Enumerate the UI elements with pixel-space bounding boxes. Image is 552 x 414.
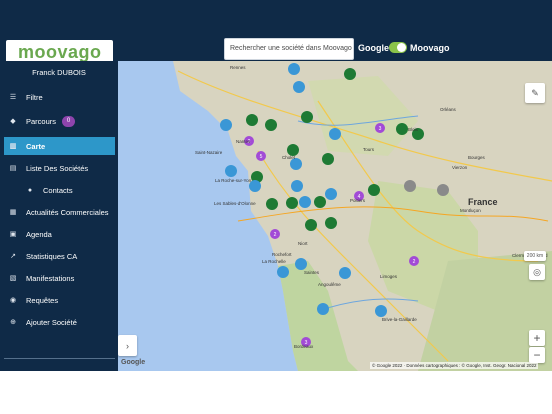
app-frame: moovago Rechercher une société dans Moov… xyxy=(0,0,552,414)
city-label: Niort xyxy=(298,241,308,246)
city-label: Limoges xyxy=(380,274,398,279)
company-search-input[interactable]: Rechercher une société dans Moovago xyxy=(224,38,354,60)
city-label: Brive-la-Gaillarde xyxy=(382,317,417,322)
user-name: Franck DUBOIS xyxy=(32,68,86,77)
locate-icon: ◎ xyxy=(533,266,541,277)
zoom-in-button[interactable]: + xyxy=(529,330,545,346)
map-icon: ▥ xyxy=(9,143,17,150)
city-label: Rochefort xyxy=(272,252,292,257)
calendar-icon: ▣ xyxy=(9,231,17,238)
sidebar-item-label: Carte xyxy=(26,141,46,151)
city-label: Orléans xyxy=(440,107,456,112)
city-label: Blois xyxy=(408,127,418,132)
toggle-knob xyxy=(397,43,406,52)
stats-icon: ↗ xyxy=(10,253,16,260)
zoom-out-button[interactable]: − xyxy=(529,347,545,363)
cluster-count: 3 xyxy=(379,126,382,132)
city-label: Angoulême xyxy=(318,282,341,287)
city-label: Poitiers xyxy=(350,198,366,203)
google-source-label: Google xyxy=(358,43,389,53)
cluster-count: 2 xyxy=(274,232,277,238)
sidebar-item-label: Requêtes xyxy=(26,295,59,305)
moovago-source-label: Moovago xyxy=(410,43,450,53)
pencil-icon: ✎ xyxy=(531,87,539,98)
logo-text: moovago xyxy=(18,42,102,62)
sidebar-item-label: Contacts xyxy=(43,185,73,195)
map-view[interactable]: 2354223 Rennes Nantes Saint-Nazaire Chol… xyxy=(118,61,552,371)
building-icon: ▤ xyxy=(9,165,17,172)
city-label: Vierzon xyxy=(452,165,468,170)
source-toggle[interactable] xyxy=(389,42,407,53)
city-label: Nantes xyxy=(236,139,251,144)
sidebar-item-label: Actualités Commerciales xyxy=(26,207,109,217)
city-label: Saintes xyxy=(304,270,320,275)
sidebar-item-agenda[interactable]: ▣ Agenda xyxy=(4,225,115,243)
event-icon: ▧ xyxy=(9,275,17,282)
city-label: La Rochelle xyxy=(262,259,286,264)
sidebar-item-label: Statistiques CA xyxy=(26,251,78,261)
cluster-count: 5 xyxy=(260,154,263,160)
news-icon: ▦ xyxy=(9,209,17,216)
city-label: Bourges xyxy=(468,155,485,160)
parcours-count-badge: 0 xyxy=(62,115,76,127)
sidebar-item-ajouter-societe[interactable]: ⊕ Ajouter Société xyxy=(4,313,115,331)
page-footer-area xyxy=(0,371,552,414)
sidebar-divider xyxy=(4,358,115,359)
city-label: Les Sables-d'Olonne xyxy=(214,201,256,206)
locate-button[interactable]: ◎ xyxy=(529,264,545,280)
city-label: Rennes xyxy=(230,65,246,70)
sidebar-item-carte[interactable]: ▥ Carte xyxy=(4,137,115,155)
sidebar-item-label: Manifestations xyxy=(26,273,75,283)
sidebar-item-label: Agenda xyxy=(26,229,52,239)
country-label: France xyxy=(468,197,498,207)
sidebar-item-parcours[interactable]: ◆ Parcours 0 xyxy=(4,112,115,130)
map-background: 2354223 xyxy=(118,61,552,371)
google-logo: Google xyxy=(121,359,146,366)
sidebar-item-label: Filtre xyxy=(26,92,43,102)
sidebar-item-requetes[interactable]: ◉ Requêtes xyxy=(4,291,115,309)
city-label: Bordeaux xyxy=(294,344,314,349)
sidebar-item-contacts[interactable]: ● Contacts xyxy=(4,181,115,199)
route-icon: ◆ xyxy=(10,118,16,125)
map-attribution: © Google 2022 · Données cartographiques … xyxy=(370,362,539,369)
plus-icon: + xyxy=(533,331,541,345)
city-label: Cholet xyxy=(282,155,296,160)
city-label: La Roche-sur-Yon xyxy=(215,178,252,183)
query-icon: ◉ xyxy=(9,297,17,304)
sidebar-item-filtre[interactable]: ☰ Filtre xyxy=(4,88,115,106)
sidebar-item-label: Liste Des Sociétés xyxy=(26,163,89,173)
city-label: Tours xyxy=(363,147,375,152)
city-label: Montluçon xyxy=(460,208,481,213)
sidebar-item-label: Ajouter Société xyxy=(26,317,77,327)
chevron-right-icon: › xyxy=(126,340,129,351)
add-icon: ⊕ xyxy=(10,319,16,326)
users-icon: ● xyxy=(27,186,33,194)
city-label: Saint-Nazaire xyxy=(195,150,223,155)
edit-map-button[interactable]: ✎ xyxy=(525,83,545,103)
minus-icon: − xyxy=(533,348,541,362)
cluster-count: 2 xyxy=(413,259,416,265)
sidebar-item-label: Parcours xyxy=(26,116,57,126)
sidebar-item-liste-societes[interactable]: ▤ Liste Des Sociétés xyxy=(4,159,115,177)
sidebar-item-statistiques[interactable]: ↗ Statistiques CA xyxy=(4,247,115,265)
expand-panel-button[interactable]: › xyxy=(118,335,137,356)
map-scale: 200 km xyxy=(524,251,546,261)
sidebar-item-manifestations[interactable]: ▧ Manifestations xyxy=(4,269,115,287)
sidebar-item-actualites[interactable]: ▦ Actualités Commerciales xyxy=(4,203,115,221)
filter-icon: ☰ xyxy=(9,94,17,101)
